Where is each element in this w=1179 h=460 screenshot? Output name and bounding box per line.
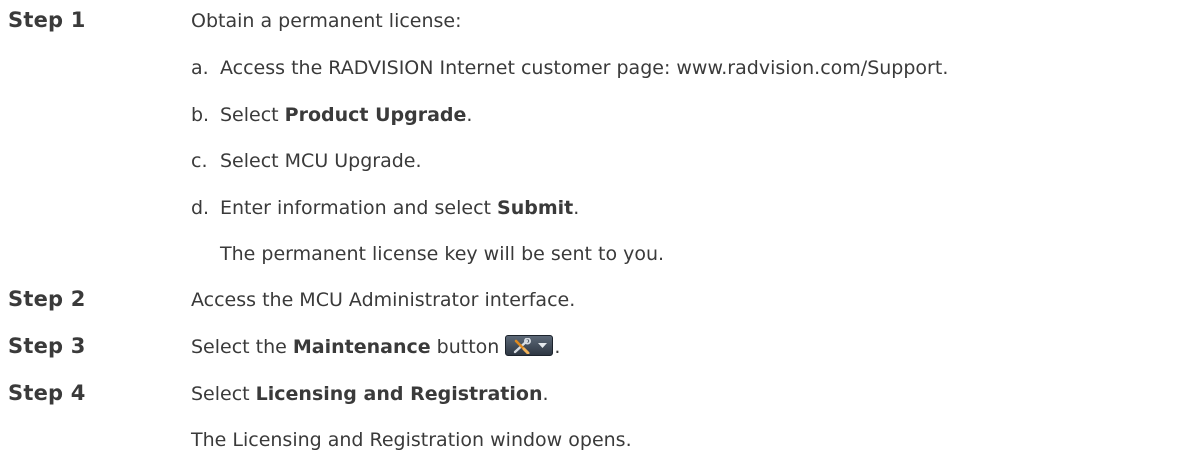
substep-b-text-before: Select [220, 104, 285, 126]
step-4-text-after: . [542, 383, 549, 405]
step-1-text: Obtain a permanent license: [191, 10, 462, 32]
step-3-text: Select the Maintenance button . [191, 334, 560, 360]
substep-b-text-after: . [466, 104, 473, 126]
step-3-text-after: button [430, 336, 500, 358]
step-4-note: The Licensing and Registration window op… [191, 429, 632, 451]
step-3-label: Step 3 [8, 334, 86, 358]
step-4-label: Step 4 [8, 381, 86, 405]
substep-a-text: Access the RADVISION Internet customer p… [220, 57, 949, 79]
substep-c-text: Select MCU Upgrade. [220, 150, 422, 172]
product-upgrade-label: Product Upgrade [284, 104, 467, 126]
substep-b-letter: b. [191, 104, 210, 126]
substep-note: The permanent license key will be sent t… [220, 243, 665, 265]
maintenance-button[interactable] [505, 335, 554, 356]
licensing-registration-label: Licensing and Registration [255, 383, 543, 405]
maintenance-tools-icon [514, 338, 532, 354]
step-1-label: Step 1 [8, 8, 86, 32]
substep-d-letter: d. [191, 197, 210, 219]
substep-d-text-before: Enter information and select [220, 197, 498, 219]
step-4-text: Select Licensing and Registration. [191, 381, 549, 407]
substep-d-text-after: . [573, 197, 580, 219]
procedure-page: Step 1 Obtain a permanent license: a. Ac… [0, 0, 1179, 460]
substep-b-text: Select Product Upgrade. [220, 102, 472, 128]
substep-d-text: Enter information and select Submit. [220, 195, 579, 221]
step-4-text-before: Select [191, 383, 256, 405]
step-3-text-end: . [554, 336, 561, 358]
submit-label: Submit [497, 197, 574, 219]
step-2-text: Access the MCU Administrator interface. [191, 289, 576, 311]
substep-a-letter: a. [191, 57, 209, 79]
chevron-down-icon [538, 343, 548, 348]
step-3-text-before: Select the [191, 336, 293, 358]
maintenance-label: Maintenance [292, 336, 431, 358]
step-2-label: Step 2 [8, 287, 86, 311]
substep-c-letter: c. [191, 150, 208, 172]
